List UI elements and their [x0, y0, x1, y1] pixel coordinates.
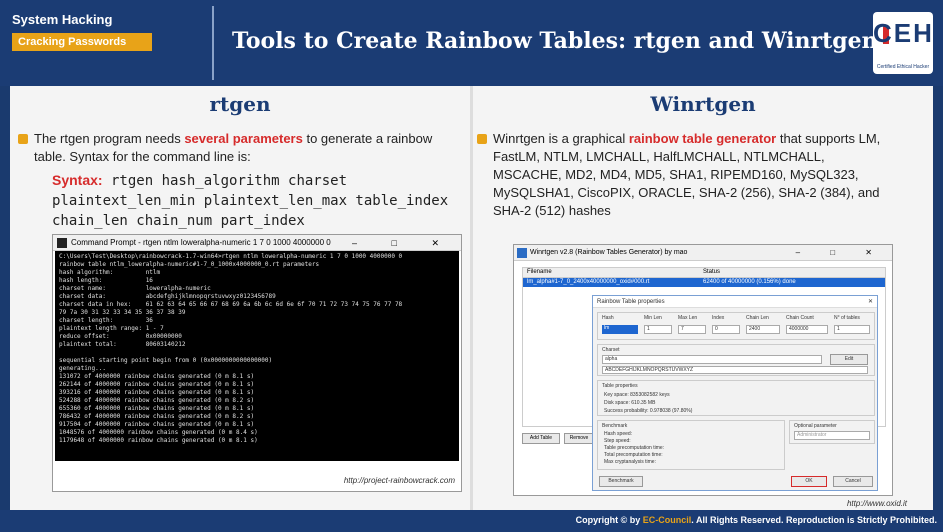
winrtgen-title: Winrtgen	[650, 92, 756, 116]
winrtgen-bullet-text-1: Winrtgen is a graphical	[493, 131, 629, 146]
label-benchmark: Benchmark	[602, 423, 628, 429]
charset-group: Charset alpha Edit ABCDEFGHIJKLMNOPQRSTU…	[597, 344, 875, 376]
column-status[interactable]: Status	[703, 269, 720, 275]
optional-group: Optional parameter Administrator	[789, 420, 875, 444]
success-probability: Success probability: 0.978038 (97.80%)	[604, 408, 693, 414]
winrtgen-bullet: Winrtgen is a graphical rainbow table ge…	[477, 130, 893, 220]
winrtgen-window: Winrtgen v2.8 (Rainbow Tables Generator)…	[513, 244, 893, 496]
winrtgen-titlebar: Winrtgen v2.8 (Rainbow Tables Generator)…	[514, 245, 892, 261]
label-charset: Charset	[602, 347, 620, 353]
bench-hash-speed: Hash speed:	[604, 431, 633, 437]
table-header: Filename Status	[523, 268, 885, 278]
dialog-title: Rainbow Table properties	[597, 299, 665, 305]
row-filename: lm_alpha#1-7_0_2400x40000000_oxid#000.rt	[527, 279, 650, 285]
header-divider	[212, 6, 214, 80]
rtgen-source-url[interactable]: http://project-rainbowcrack.com	[344, 476, 455, 485]
add-table-button[interactable]: Add Table	[522, 433, 560, 444]
bullet-icon	[18, 134, 28, 144]
table-properties-dialog: Rainbow Table properties ✕ Hash Min Len …	[592, 295, 878, 491]
syntax-command: rtgen hash_algorithm charset plaintext_l…	[52, 173, 449, 229]
cancel-button[interactable]: Cancel	[833, 476, 873, 487]
hash-select[interactable]: lm	[602, 325, 638, 334]
terminal-icon	[57, 238, 67, 248]
copyright-pre: Copyright © by	[575, 515, 643, 525]
edit-button[interactable]: Edit	[830, 354, 868, 365]
label-optional: Optional parameter	[794, 423, 837, 429]
optional-field[interactable]: Administrator	[794, 431, 870, 440]
bench-crypt-time: Max cryptanalysis time:	[604, 459, 656, 465]
label-min-len: Min Len	[644, 315, 662, 321]
key-space: Key space: 8353082582 keys	[604, 392, 670, 398]
winrtgen-bullet-highlight: rainbow table generator	[628, 131, 777, 146]
params-group: Hash Min Len Max Len Index Chain Len Cha…	[597, 312, 875, 340]
logo-text: CEH	[873, 18, 934, 48]
window-controls[interactable]: – □ ✕	[352, 235, 455, 251]
rtgen-title: rtgen	[209, 92, 271, 116]
chain-count-field[interactable]: 4000000	[786, 325, 828, 334]
syntax-label: Syntax:	[52, 172, 103, 188]
label-num-tables: N° of tables	[834, 315, 860, 321]
copyright-post: . All Rights Reserved. Reproduction is S…	[691, 515, 937, 525]
rtgen-syntax: Syntax: rtgen hash_algorithm charset pla…	[52, 170, 462, 231]
brand-name: EC-Council	[642, 515, 692, 525]
winrtgen-column: Winrtgen Winrtgen is a graphical rainbow…	[473, 86, 933, 510]
label-index: Index	[712, 315, 725, 321]
max-len-field[interactable]: 7	[678, 325, 706, 334]
app-icon	[517, 248, 527, 258]
winrtgen-window-title: Winrtgen v2.8 (Rainbow Tables Generator)…	[530, 249, 688, 256]
label-table-properties: Table properties	[602, 383, 638, 389]
cmd-output: C:\Users\Test\Desktop\rainbowcrack-1.7-w…	[55, 251, 459, 461]
module-info: System Hacking Cracking Passwords	[12, 12, 212, 51]
column-filename[interactable]: Filename	[527, 269, 552, 275]
module-category: System Hacking	[12, 12, 113, 27]
label-chain-count: Chain Count	[786, 315, 814, 321]
module-subcategory: Cracking Passwords	[12, 33, 152, 51]
cmd-titlebar: Command Prompt - rtgen ntlm loweralpha-n…	[53, 235, 461, 251]
index-field[interactable]: 0	[712, 325, 740, 334]
winrtgen-source-url[interactable]: http://www.oxid.it	[847, 499, 907, 508]
dialog-titlebar: Rainbow Table properties ✕	[593, 296, 877, 308]
ceh-logo: CEH Certified Ethical Hacker	[873, 12, 933, 74]
remove-button[interactable]: Remove	[564, 433, 594, 444]
bullet-icon	[477, 134, 487, 144]
label-chain-len: Chain Len	[746, 315, 769, 321]
slide-title: Tools to Create Rainbow Tables: rtgen an…	[232, 28, 878, 54]
logo-tagline: Certified Ethical Hacker	[876, 64, 930, 70]
min-len-field[interactable]: 1	[644, 325, 672, 334]
benchmark-group: Benchmark Hash speed: Step speed: Table …	[597, 420, 785, 470]
charset-chars: ABCDEFGHIJKLMNOPQRSTUVWXYZ	[602, 366, 868, 374]
rtgen-bullet: The rtgen program needs several paramete…	[18, 130, 459, 166]
charset-select[interactable]: alpha	[602, 355, 822, 364]
ok-button[interactable]: OK	[791, 476, 827, 487]
rtgen-bullet-highlight: several parameters	[184, 131, 303, 146]
cmd-title: Command Prompt - rtgen ntlm loweralpha-n…	[71, 238, 331, 247]
num-tables-field[interactable]: 1	[834, 325, 870, 334]
slide-footer: Copyright © by EC-Council. All Rights Re…	[0, 510, 943, 532]
slide-header: System Hacking Cracking Passwords Tools …	[0, 0, 943, 86]
rtgen-column: rtgen The rtgen program needs several pa…	[10, 86, 470, 510]
bench-total-time: Total precomputation time:	[604, 452, 663, 458]
bench-table-time: Table precomputation time:	[604, 445, 665, 451]
table-row[interactable]: lm_alpha#1-7_0_2400x40000000_oxid#000.rt…	[523, 278, 885, 287]
chain-len-field[interactable]: 2400	[746, 325, 780, 334]
label-hash: Hash	[602, 315, 614, 321]
close-icon[interactable]: ✕	[868, 296, 873, 308]
table-properties-group: Table properties Key space: 8353082582 k…	[597, 380, 875, 416]
disk-space: Disk space: 610.35 MB	[604, 400, 656, 406]
bench-step-speed: Step speed:	[604, 438, 631, 444]
rtgen-bullet-text-1: The rtgen program needs	[34, 131, 185, 146]
label-max-len: Max Len	[678, 315, 698, 321]
command-prompt-window: Command Prompt - rtgen ntlm loweralpha-n…	[52, 234, 462, 492]
row-status: 62400 of 40000000 (0.156%) done	[703, 279, 796, 285]
slide-body: rtgen The rtgen program needs several pa…	[10, 86, 933, 510]
copyright: Copyright © by EC-Council. All Rights Re…	[576, 515, 937, 525]
window-controls[interactable]: – □ ✕	[796, 245, 886, 261]
benchmark-button[interactable]: Benchmark	[599, 476, 643, 487]
